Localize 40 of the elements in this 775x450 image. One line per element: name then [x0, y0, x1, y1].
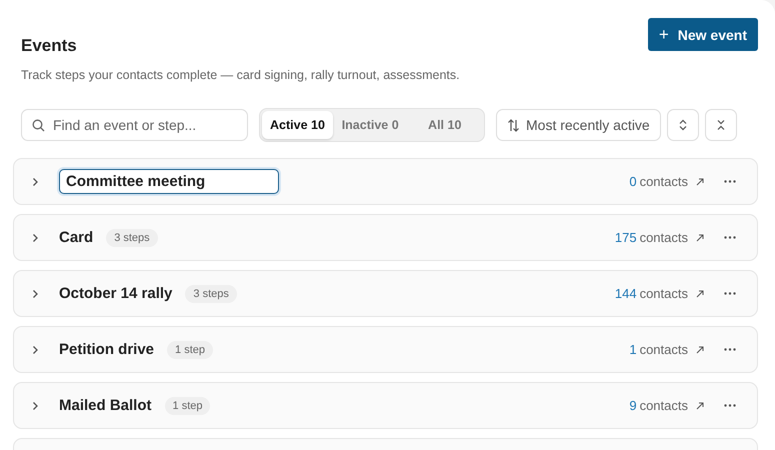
external-link-icon	[696, 178, 704, 186]
sort-icon	[507, 118, 520, 132]
contacts-link[interactable]: 9 contacts	[629, 398, 704, 413]
chevron-icon	[32, 400, 39, 410]
more-icon	[724, 348, 736, 351]
expand-icon	[678, 119, 688, 131]
steps-tag: 1 step	[167, 340, 213, 358]
event-name: October 14 rally	[59, 285, 172, 302]
external-link-icon	[696, 402, 704, 410]
contacts-link[interactable]: 144 contacts	[614, 286, 704, 301]
search-field[interactable]: Find an event or step...	[21, 109, 248, 141]
event-name: Petition drive	[59, 341, 154, 358]
chevron-icon	[32, 176, 39, 186]
filter-tab[interactable]: Inactive 0	[332, 111, 408, 139]
page-title: Events	[21, 36, 78, 56]
external-link-icon	[696, 346, 704, 354]
external-link-icon	[696, 290, 704, 298]
collapse-icon	[716, 119, 726, 131]
sort-dropdown[interactable]: Most recently active	[496, 109, 661, 141]
page-subtitle: Track steps your contacts complete — card signing, rally turnout, assessments.	[21, 68, 460, 82]
chevron-icon	[32, 344, 39, 354]
more-icon	[724, 292, 736, 295]
steps-tag: 3 steps	[106, 228, 158, 246]
more-icon	[724, 180, 736, 183]
contacts-link[interactable]: 0 contacts	[629, 174, 704, 189]
steps-tag: 1 step	[164, 396, 210, 414]
event-name: Card	[59, 229, 94, 246]
chevron-icon	[32, 288, 39, 298]
more-icon	[724, 236, 736, 239]
external-link-icon	[696, 234, 704, 242]
contacts-link[interactable]: 1 contacts	[629, 342, 704, 357]
steps-tag: 3 steps	[185, 284, 237, 302]
new-event-button[interactable]: + New event	[648, 18, 758, 51]
filter-tab[interactable]: All 10	[407, 111, 482, 139]
more-icon	[724, 404, 736, 407]
event-name-field[interactable]: Committee meeting	[59, 169, 279, 194]
filter-tab[interactable]: Active 10	[262, 111, 333, 139]
chevron-icon	[32, 232, 39, 242]
contacts-link[interactable]: 175 contacts	[614, 230, 704, 245]
event-name: Mailed Ballot	[59, 397, 152, 414]
